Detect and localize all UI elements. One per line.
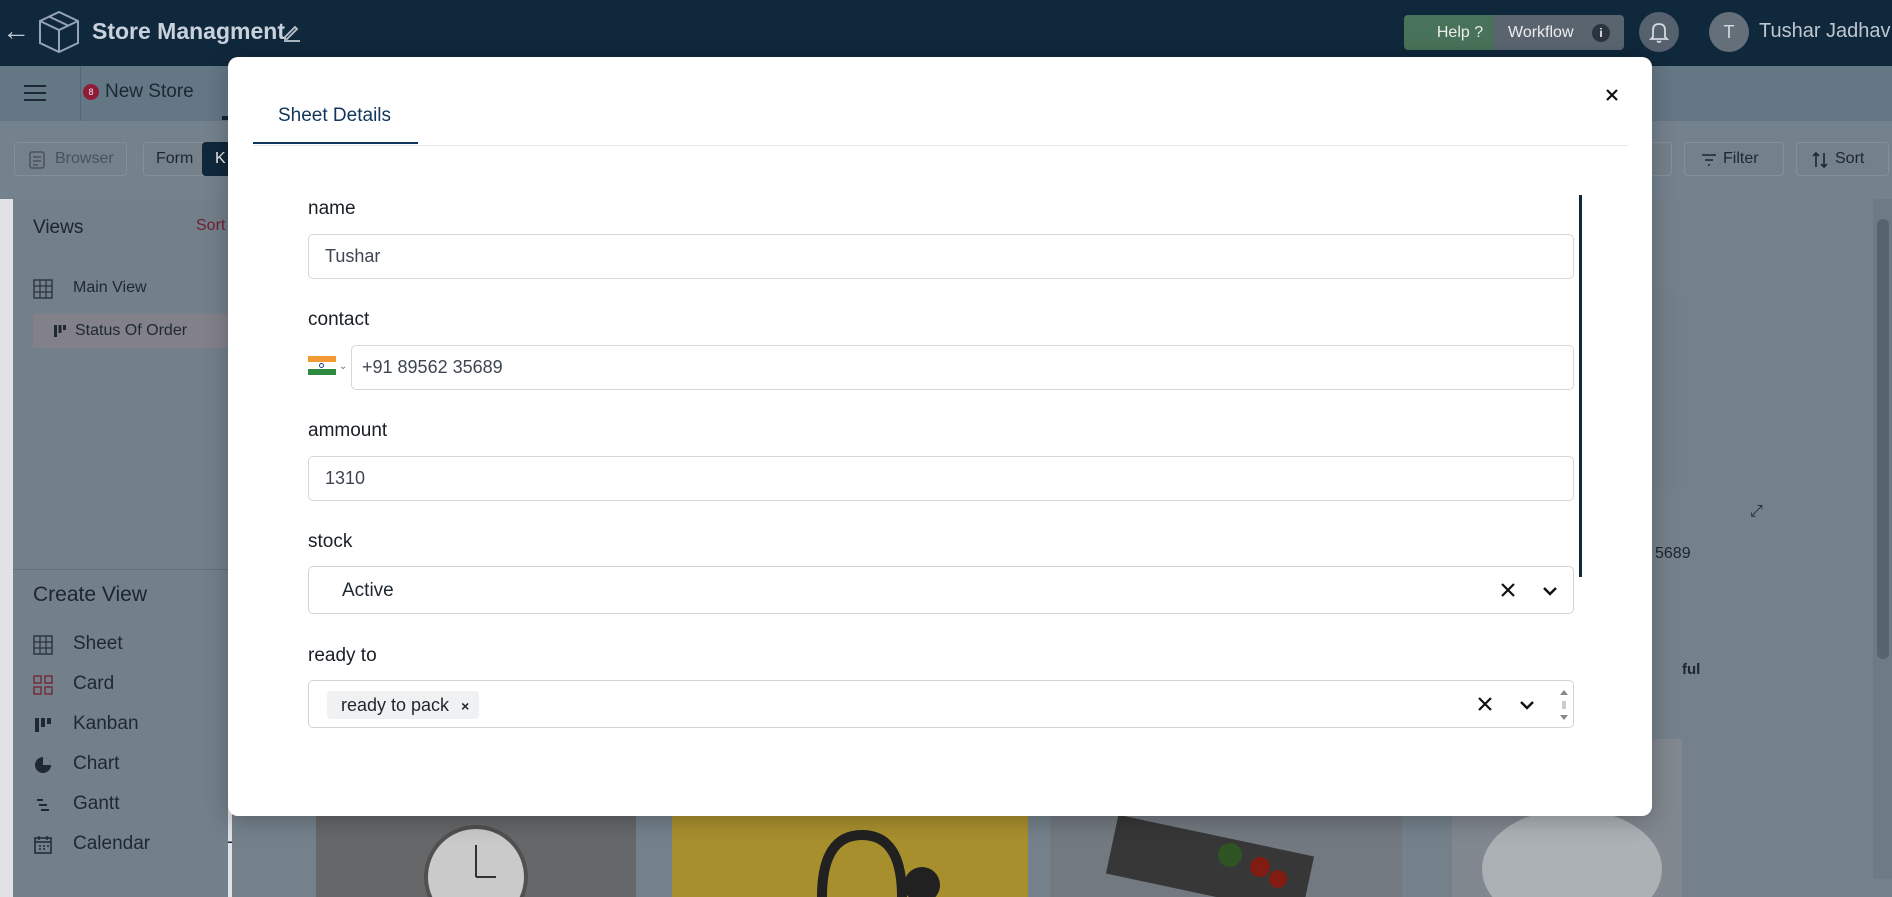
ammount-label: ammount — [308, 420, 388, 441]
contact-label: contact — [308, 309, 370, 330]
active-tab-underline — [253, 142, 418, 144]
form-scroll-indicator[interactable] — [1579, 195, 1582, 577]
stock-selected-value: Active — [342, 580, 394, 601]
stock-select[interactable]: Active — [308, 566, 1574, 614]
ready-to-multiselect[interactable]: ready to pack × — [308, 680, 1574, 728]
clear-x-icon[interactable] — [1475, 694, 1495, 714]
name-label: name — [308, 198, 356, 219]
sheet-details-modal: Sheet Details name Tushar contact ⌄ +91 … — [228, 57, 1652, 816]
contact-phone-field[interactable]: +91 89562 35689 — [351, 345, 1574, 390]
india-flag-icon[interactable] — [308, 356, 336, 375]
close-icon[interactable] — [1598, 81, 1626, 109]
stock-label: stock — [308, 531, 353, 552]
chip-label: ready to pack — [341, 695, 450, 715]
ammount-field[interactable]: 1310 — [308, 456, 1574, 501]
chip-remove-icon[interactable]: × — [461, 698, 469, 714]
ready-to-pack-chip: ready to pack × — [327, 691, 480, 719]
tab-divider — [253, 145, 1628, 146]
chevron-down-icon[interactable] — [1517, 695, 1537, 715]
country-chevron-down-icon[interactable]: ⌄ — [339, 361, 347, 372]
clear-x-icon[interactable] — [1498, 580, 1518, 600]
name-field[interactable]: Tushar — [308, 234, 1574, 279]
mini-scrollbar-icon[interactable] — [1557, 685, 1571, 725]
ready-to-label: ready to — [308, 645, 377, 666]
chevron-down-icon[interactable] — [1540, 581, 1560, 601]
tab-sheet-details[interactable]: Sheet Details — [278, 105, 391, 127]
